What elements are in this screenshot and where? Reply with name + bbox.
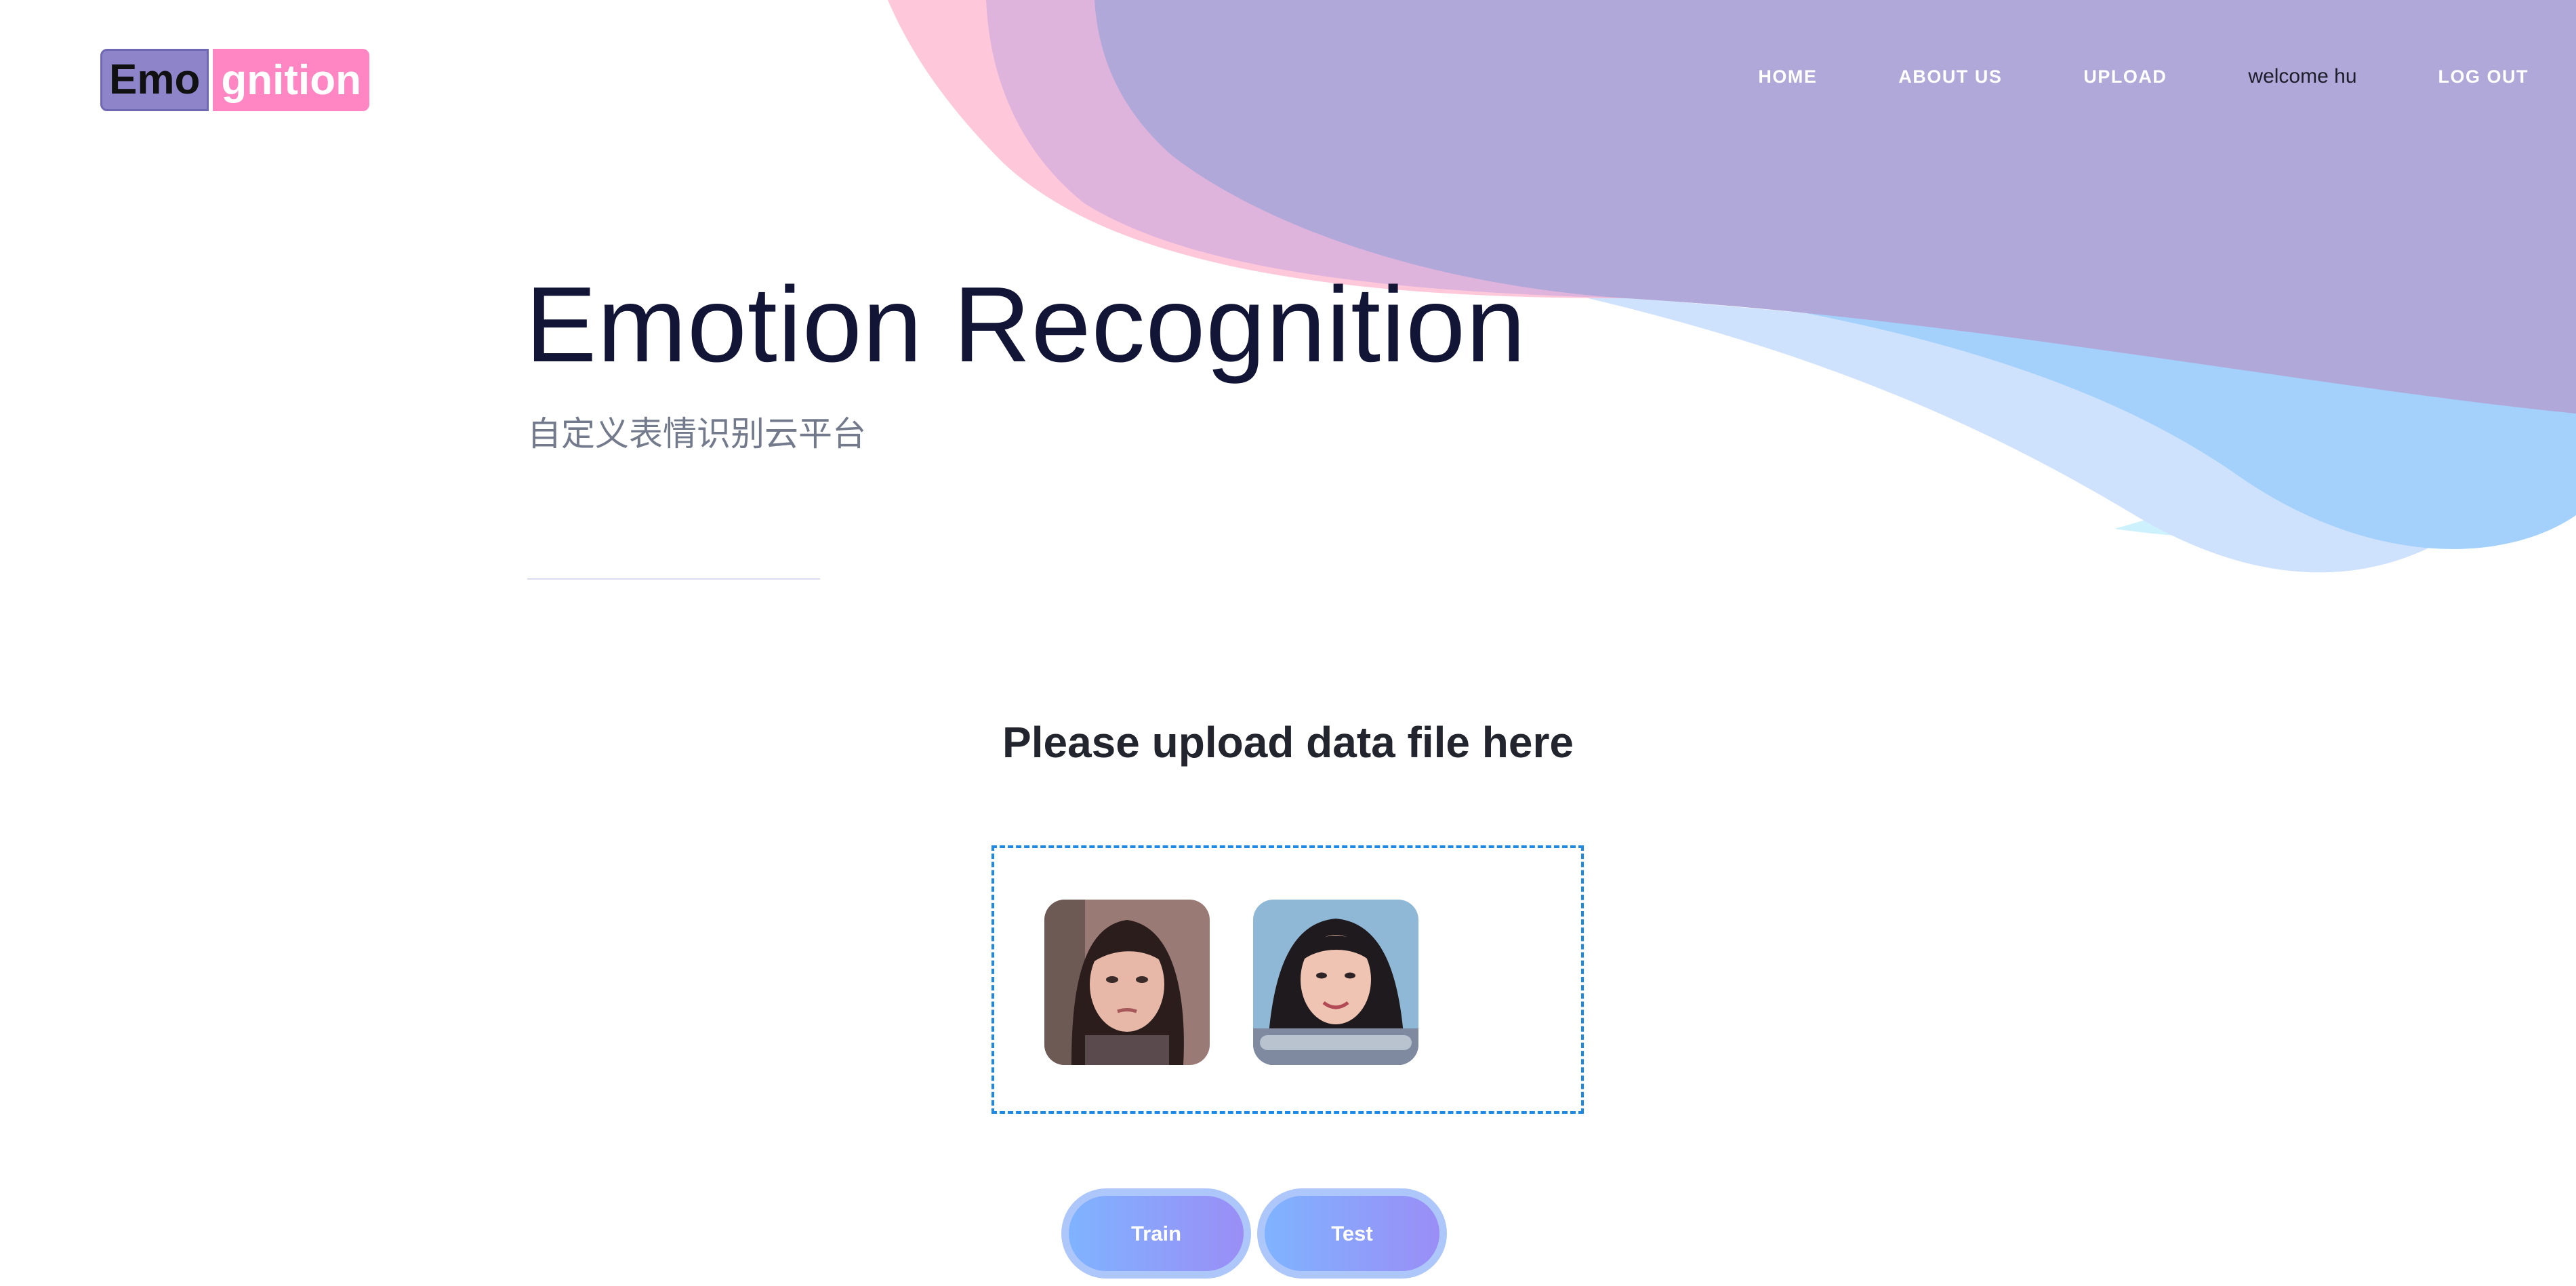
face-photo-sad-icon — [1044, 900, 1210, 1065]
page: Emo gnition HOME ABOUT US UPLOAD welcome… — [0, 0, 2576, 1286]
welcome-user-text: welcome hu — [2248, 65, 2357, 87]
uploaded-image-thumbnail[interactable] — [1044, 900, 1210, 1065]
nav-logout-link[interactable]: LOG OUT — [2438, 66, 2529, 87]
upload-heading: Please upload data file here — [1002, 718, 1574, 767]
hero-title: Emotion Recognition — [525, 265, 1526, 384]
main-nav: HOME ABOUT US UPLOAD welcome hu LOG OUT — [1677, 65, 2529, 88]
logo-text-gnition: gnition — [213, 49, 369, 111]
file-dropzone[interactable] — [991, 845, 1584, 1114]
logo[interactable]: Emo gnition — [100, 49, 369, 111]
train-button[interactable]: Train — [1061, 1188, 1251, 1279]
nav-home-link[interactable]: HOME — [1758, 66, 1817, 87]
logo-text-emo: Emo — [100, 49, 209, 111]
hero-divider — [527, 578, 820, 580]
test-button[interactable]: Test — [1257, 1188, 1447, 1279]
nav-about-link[interactable]: ABOUT US — [1898, 66, 2002, 87]
nav-upload-link[interactable]: UPLOAD — [2083, 66, 2167, 87]
hero-subtitle: 自定义表情识别云平台 — [527, 415, 866, 453]
face-photo-smiling-icon — [1253, 900, 1418, 1065]
uploaded-image-thumbnail[interactable] — [1253, 900, 1418, 1065]
